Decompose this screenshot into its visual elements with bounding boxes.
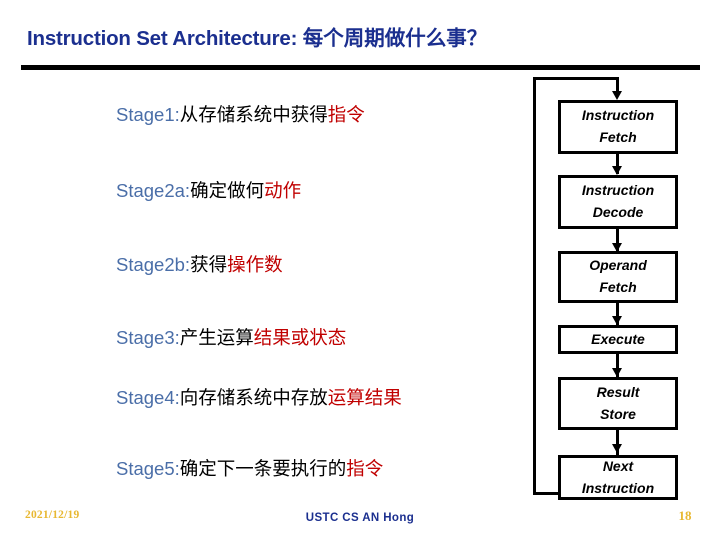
flow-box-6-line1: Next [602, 457, 634, 474]
stage-text-6: 确定下一条要执行的 [179, 458, 347, 479]
flow-box-next-instruction: Next Instruction [558, 455, 678, 500]
connector-operand-to-execute-arrowhead [612, 316, 622, 325]
stage-label-4: Stage3: [116, 327, 180, 348]
stage-line-5: Stage4:向存储系统中存放运算结果 [116, 387, 402, 409]
stage-label-3: Stage2b: [116, 254, 191, 275]
flow-box-instruction-decode: Instruction Decode [558, 175, 678, 229]
feedback-loop-vertical-line [533, 77, 536, 495]
flow-box-5-line2: Store [600, 405, 636, 422]
stage-text-2: 确定做何 [190, 180, 265, 201]
flow-box-1-line1: Instruction [581, 107, 655, 124]
stage-line-1: Stage1:从存储系统中获得指令 [116, 104, 365, 126]
flow-box-instruction-fetch: Instruction Fetch [558, 100, 678, 154]
stage-label-2: Stage2a: [116, 180, 191, 201]
flow-box-3-line1: Operand [589, 257, 647, 274]
flow-box-1-line2: Fetch [599, 129, 637, 145]
stage-label-1: Stage1: [116, 104, 180, 125]
feedback-loop-top-line [533, 77, 618, 80]
stage-label-5: Stage4: [116, 387, 180, 408]
footer-page-number: 18 [678, 508, 692, 523]
stage-highlight-5: 运算结果 [327, 387, 402, 408]
page-title-english: Instruction Set Architecture: [27, 27, 303, 50]
connector-execute-to-result-arrowhead [612, 368, 622, 377]
flow-box-2-line1: Instruction [581, 182, 655, 199]
feedback-loop-entry-arrowhead [612, 91, 622, 100]
slide-canvas: Instruction Set Architecture: 每个周期做什么事？ … [0, 0, 720, 540]
stage-line-2: Stage2a:确定做何动作 [116, 180, 301, 202]
flow-box-2-line2: Decode [592, 204, 644, 220]
page-title-chinese: 每个周期做什么事？ [302, 27, 488, 50]
footer-attribution: USTC CS AN Hong [305, 512, 415, 524]
stage-line-6: Stage5:确定下一条要执行的指令 [116, 458, 383, 480]
stage-text-3: 获得 [190, 254, 228, 275]
title-underline-rule [21, 65, 700, 70]
flow-box-3-line2: Fetch [599, 279, 637, 295]
stage-highlight-1: 指令 [327, 104, 365, 125]
stage-highlight-2: 动作 [264, 180, 302, 201]
stage-highlight-6: 指令 [346, 458, 384, 479]
stage-label-6: Stage5: [116, 458, 180, 479]
page-title: Instruction Set Architecture: 每个周期做什么事？ [27, 27, 697, 51]
flow-box-result-store: Result Store [558, 377, 678, 430]
stage-text-5: 向存储系统中存放 [179, 387, 328, 408]
connector-fetch-to-decode-arrowhead [612, 166, 622, 175]
flow-box-operand-fetch: Operand Fetch [558, 251, 678, 303]
connector-result-to-next-arrowhead [612, 444, 622, 453]
stage-text-4: 产生运算 [179, 327, 254, 348]
stage-highlight-3: 操作数 [227, 254, 283, 275]
stage-line-3: Stage2b:获得操作数 [116, 254, 283, 276]
flow-box-4-line1: Execute [591, 330, 645, 347]
stage-line-4: Stage3:产生运算结果或状态 [116, 327, 346, 349]
flow-box-6-line2: Instruction [581, 479, 655, 496]
stage-highlight-4: 结果或状态 [253, 327, 347, 348]
stage-text-1: 从存储系统中获得 [179, 104, 328, 125]
flow-box-execute: Execute [558, 325, 678, 354]
flow-box-5-line1: Result [596, 383, 640, 400]
